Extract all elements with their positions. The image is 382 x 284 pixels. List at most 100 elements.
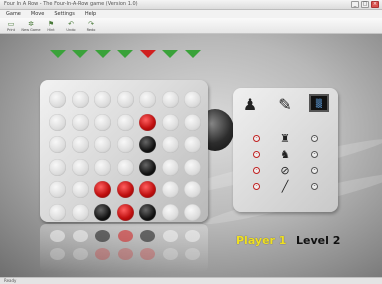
drop-arrow-3[interactable] bbox=[94, 50, 111, 58]
redo-button[interactable]: ↷ Redo bbox=[84, 20, 98, 33]
board-slot[interactable] bbox=[71, 113, 89, 131]
increase-button[interactable]: - bbox=[311, 135, 318, 142]
print-button[interactable]: ▭ Print bbox=[4, 20, 18, 33]
title-bar: Four In A Row - The Four-In-A-Row game (… bbox=[0, 0, 382, 10]
increase-button[interactable]: - bbox=[311, 167, 318, 174]
game-board bbox=[40, 80, 208, 222]
new-game-button[interactable]: ✲ New Game bbox=[21, 20, 40, 33]
undo-icon: ↶ bbox=[68, 20, 74, 28]
print-icon: ▭ bbox=[7, 20, 15, 28]
board-slot[interactable] bbox=[161, 181, 179, 198]
game-stage: ♟ ✎ ▒ - ♜ - - ♞ - - ⊘ - - ╱ - Player 1 L… bbox=[0, 34, 382, 277]
board-slot[interactable] bbox=[161, 203, 179, 221]
undo-button[interactable]: ↶ Undo bbox=[64, 20, 78, 33]
reflection-dot bbox=[140, 248, 155, 260]
black-disc[interactable] bbox=[139, 136, 156, 153]
window-title: Four In A Row - The Four-In-A-Row game (… bbox=[4, 1, 138, 7]
black-disc[interactable] bbox=[139, 158, 156, 176]
reflection-dot bbox=[117, 230, 133, 242]
board-slot[interactable] bbox=[49, 136, 66, 153]
red-disc[interactable] bbox=[139, 181, 156, 198]
reflection-dot bbox=[50, 248, 65, 260]
level-label: Level 2 bbox=[296, 234, 341, 247]
setting-glyph: ╱ bbox=[281, 180, 289, 193]
black-disc[interactable] bbox=[94, 203, 111, 221]
board-slot[interactable] bbox=[139, 91, 156, 108]
decrease-button[interactable]: - bbox=[253, 183, 260, 190]
maximize-button[interactable]: □ bbox=[361, 1, 369, 8]
reflection-dot bbox=[117, 248, 133, 260]
board-slot[interactable] bbox=[49, 158, 66, 176]
board-slot[interactable] bbox=[71, 91, 89, 108]
board-slot[interactable] bbox=[49, 113, 66, 131]
drop-arrow-5[interactable] bbox=[139, 50, 156, 58]
decrease-button[interactable]: - bbox=[253, 135, 260, 142]
decrease-button[interactable]: - bbox=[253, 167, 260, 174]
board-slot[interactable] bbox=[94, 113, 111, 131]
drop-arrow-4[interactable] bbox=[117, 50, 133, 58]
board-slot[interactable] bbox=[71, 136, 89, 153]
monitor-icon[interactable]: ▒ bbox=[309, 94, 329, 112]
player-computer-icon[interactable]: ♟ bbox=[239, 92, 261, 116]
board-slot[interactable] bbox=[94, 158, 111, 176]
board-slot[interactable] bbox=[49, 181, 66, 198]
black-disc[interactable] bbox=[139, 203, 156, 221]
board-reflection bbox=[40, 224, 208, 272]
menu-settings[interactable]: Settings bbox=[54, 10, 75, 18]
board-slot[interactable] bbox=[94, 136, 111, 153]
red-disc[interactable] bbox=[116, 203, 134, 221]
close-button[interactable]: × bbox=[371, 1, 379, 8]
menu-bar: Game Move Settings Help bbox=[0, 10, 382, 18]
setting-row: - ⊘ - bbox=[233, 164, 338, 180]
reflection-dot bbox=[50, 230, 65, 242]
hint-icon: ⚑ bbox=[47, 20, 55, 28]
reflection-dot bbox=[185, 248, 200, 260]
board-slot[interactable] bbox=[116, 91, 134, 108]
reflection-dot bbox=[95, 230, 110, 242]
red-disc[interactable] bbox=[94, 181, 111, 198]
board-slot[interactable] bbox=[71, 158, 89, 176]
setting-glyph: ♜ bbox=[280, 132, 290, 145]
setting-row: - ♜ - bbox=[233, 132, 338, 148]
board-slot[interactable] bbox=[116, 158, 134, 176]
drop-arrow-6[interactable] bbox=[162, 50, 178, 58]
increase-button[interactable]: - bbox=[311, 183, 318, 190]
hint-button[interactable]: ⚑ Hint bbox=[44, 20, 58, 33]
menu-game[interactable]: Game bbox=[6, 10, 21, 18]
minimize-button[interactable]: _ bbox=[351, 1, 359, 8]
reflection-dot bbox=[162, 248, 178, 260]
reflection-dot bbox=[140, 230, 155, 242]
setting-row: - ♞ - bbox=[233, 148, 338, 164]
menu-move[interactable]: Move bbox=[31, 10, 44, 18]
toolbar: ▭ Print ✲ New Game ⚑ Hint ↶ Undo ↷ Redo bbox=[0, 18, 382, 34]
board-slot[interactable] bbox=[184, 158, 201, 176]
board-slot[interactable] bbox=[49, 203, 66, 221]
board-slot[interactable] bbox=[184, 181, 201, 198]
board-slot[interactable] bbox=[94, 91, 111, 108]
board-slot[interactable] bbox=[71, 181, 89, 198]
board-slot[interactable] bbox=[161, 158, 179, 176]
board-slot[interactable] bbox=[184, 113, 201, 131]
drop-arrow-2[interactable] bbox=[72, 50, 88, 58]
board-slot[interactable] bbox=[161, 136, 179, 153]
board-slot[interactable] bbox=[116, 113, 134, 131]
reflection-dot bbox=[95, 248, 110, 260]
red-disc[interactable] bbox=[139, 113, 156, 131]
board-slot[interactable] bbox=[184, 136, 201, 153]
board-slot[interactable] bbox=[184, 203, 201, 221]
status-bar: Ready bbox=[0, 277, 382, 284]
notepad-pencil-icon[interactable]: ✎ bbox=[274, 92, 296, 116]
drop-arrow-1[interactable] bbox=[49, 50, 66, 58]
board-slot[interactable] bbox=[49, 91, 66, 108]
increase-button[interactable]: - bbox=[311, 151, 318, 158]
drop-arrow-7[interactable] bbox=[184, 50, 201, 58]
board-slot[interactable] bbox=[184, 91, 201, 108]
menu-help[interactable]: Help bbox=[85, 10, 96, 18]
reflection-dot bbox=[185, 230, 200, 242]
board-slot[interactable] bbox=[161, 113, 179, 131]
red-disc[interactable] bbox=[116, 181, 134, 198]
board-slot[interactable] bbox=[161, 91, 179, 108]
board-slot[interactable] bbox=[116, 136, 134, 153]
decrease-button[interactable]: - bbox=[253, 151, 260, 158]
board-slot[interactable] bbox=[71, 203, 89, 221]
